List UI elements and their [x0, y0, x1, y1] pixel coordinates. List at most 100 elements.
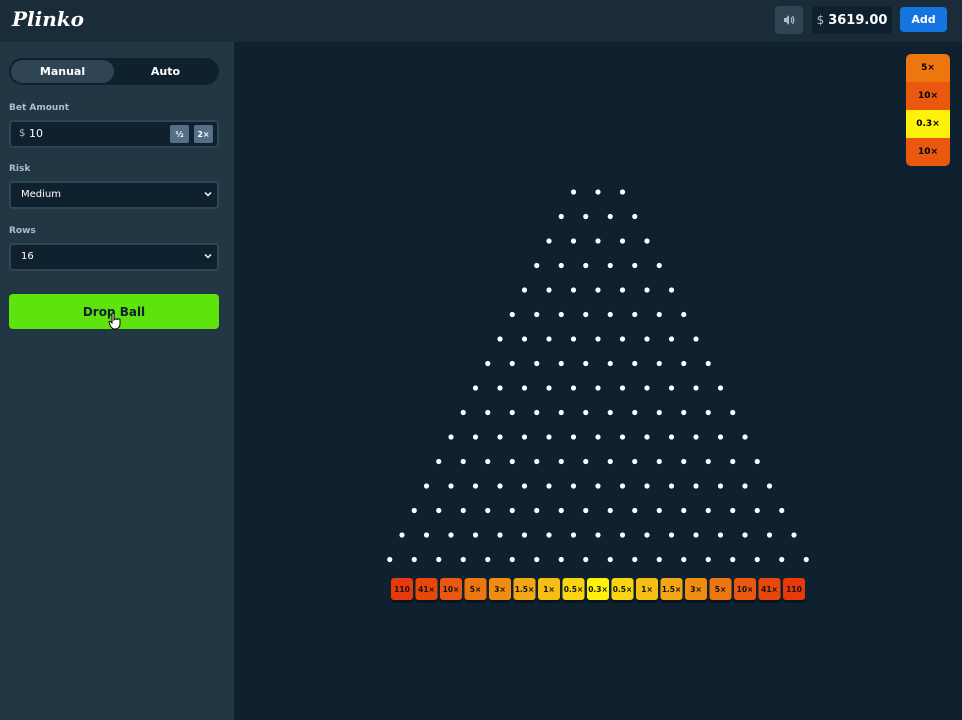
- peg: [607, 311, 613, 318]
- multiplier-slot: 0.3×: [587, 578, 609, 603]
- peg: [534, 360, 540, 367]
- peg: [460, 556, 466, 563]
- peg: [472, 385, 479, 391]
- peg: [607, 507, 613, 514]
- peg: [681, 556, 687, 563]
- peg: [497, 434, 503, 440]
- peg: [534, 458, 540, 465]
- peg: [681, 507, 687, 514]
- peg: [730, 507, 736, 514]
- multiplier-label: 1.5×: [515, 585, 535, 594]
- peg: [485, 556, 491, 563]
- peg: [558, 409, 564, 416]
- peg: [411, 507, 417, 514]
- peg: [558, 360, 564, 367]
- peg: [632, 409, 638, 416]
- peg: [693, 483, 699, 489]
- peg: [570, 189, 577, 195]
- peg: [595, 189, 601, 195]
- peg: [583, 311, 589, 318]
- peg: [558, 213, 564, 220]
- peg: [632, 507, 638, 514]
- results-history: 5× 10× 0.3× 10×: [906, 54, 950, 166]
- history-item: 0.3×: [906, 110, 950, 138]
- peg: [595, 532, 601, 538]
- peg: [619, 434, 626, 440]
- peg: [644, 483, 650, 489]
- peg: [730, 458, 736, 465]
- peg: [619, 238, 626, 244]
- peg: [558, 507, 564, 514]
- peg: [485, 458, 491, 465]
- peg: [546, 238, 552, 244]
- peg: [668, 385, 675, 391]
- multiplier-slot: 0.5×: [611, 578, 634, 603]
- peg: [546, 434, 552, 440]
- peg: [558, 262, 564, 269]
- peg: [509, 311, 515, 318]
- multiplier-slot: 5×: [464, 578, 487, 603]
- peg: [681, 458, 687, 465]
- peg: [570, 385, 577, 391]
- peg: [693, 532, 699, 538]
- peg: [521, 434, 528, 440]
- peg: [497, 483, 503, 489]
- peg: [632, 213, 638, 220]
- peg: [717, 483, 724, 489]
- peg: [436, 556, 442, 563]
- peg: [472, 532, 479, 538]
- peg: [803, 556, 809, 563]
- peg: [619, 336, 626, 342]
- multiplier-label: 41×: [761, 585, 778, 594]
- peg: [644, 532, 650, 538]
- peg: [509, 458, 515, 465]
- peg: [619, 483, 626, 489]
- peg: [411, 556, 417, 563]
- peg: [558, 311, 564, 318]
- peg: [583, 507, 589, 514]
- peg: [656, 360, 662, 367]
- peg: [485, 360, 491, 367]
- peg: [668, 336, 675, 342]
- multiplier-slot: 1.5×: [513, 578, 536, 603]
- peg: [534, 507, 540, 514]
- peg: [693, 434, 699, 440]
- peg: [656, 409, 662, 416]
- multiplier-slot: 10×: [734, 578, 756, 603]
- peg: [607, 213, 613, 220]
- peg: [497, 336, 503, 342]
- peg: [546, 532, 552, 538]
- peg: [448, 532, 454, 538]
- multiplier-slot: 110: [391, 578, 413, 603]
- peg: [668, 434, 675, 440]
- peg: [607, 458, 613, 465]
- plinko-board: 110 41× 10× 5× 3× 1.5× 1× 0.5× 0.3× 0.5× 1× 1.5× 3× 5…: [387, 189, 809, 603]
- peg: [546, 385, 552, 391]
- multiplier-slot: 41×: [415, 578, 438, 603]
- peg: [705, 360, 711, 367]
- peg: [436, 458, 442, 465]
- multiplier-label: 0.3×: [588, 585, 608, 594]
- peg: [681, 409, 687, 416]
- peg: [754, 507, 760, 514]
- peg: [583, 360, 589, 367]
- peg: [583, 556, 589, 563]
- peg: [619, 532, 626, 538]
- peg: [521, 287, 528, 293]
- peg: [570, 532, 577, 538]
- peg: [632, 556, 638, 563]
- peg: [460, 409, 466, 416]
- peg: [595, 385, 601, 391]
- multiplier-label: 110: [394, 585, 410, 594]
- peg: [619, 385, 626, 391]
- peg: [754, 458, 760, 465]
- multiplier-slot: 3×: [489, 578, 511, 603]
- multiplier-label: 0.5×: [564, 585, 584, 594]
- multiplier-label: 1×: [543, 585, 555, 594]
- peg: [583, 409, 589, 416]
- peg: [521, 336, 528, 342]
- peg: [779, 507, 785, 514]
- peg: [607, 262, 613, 269]
- peg: [509, 507, 515, 514]
- peg: [595, 287, 601, 293]
